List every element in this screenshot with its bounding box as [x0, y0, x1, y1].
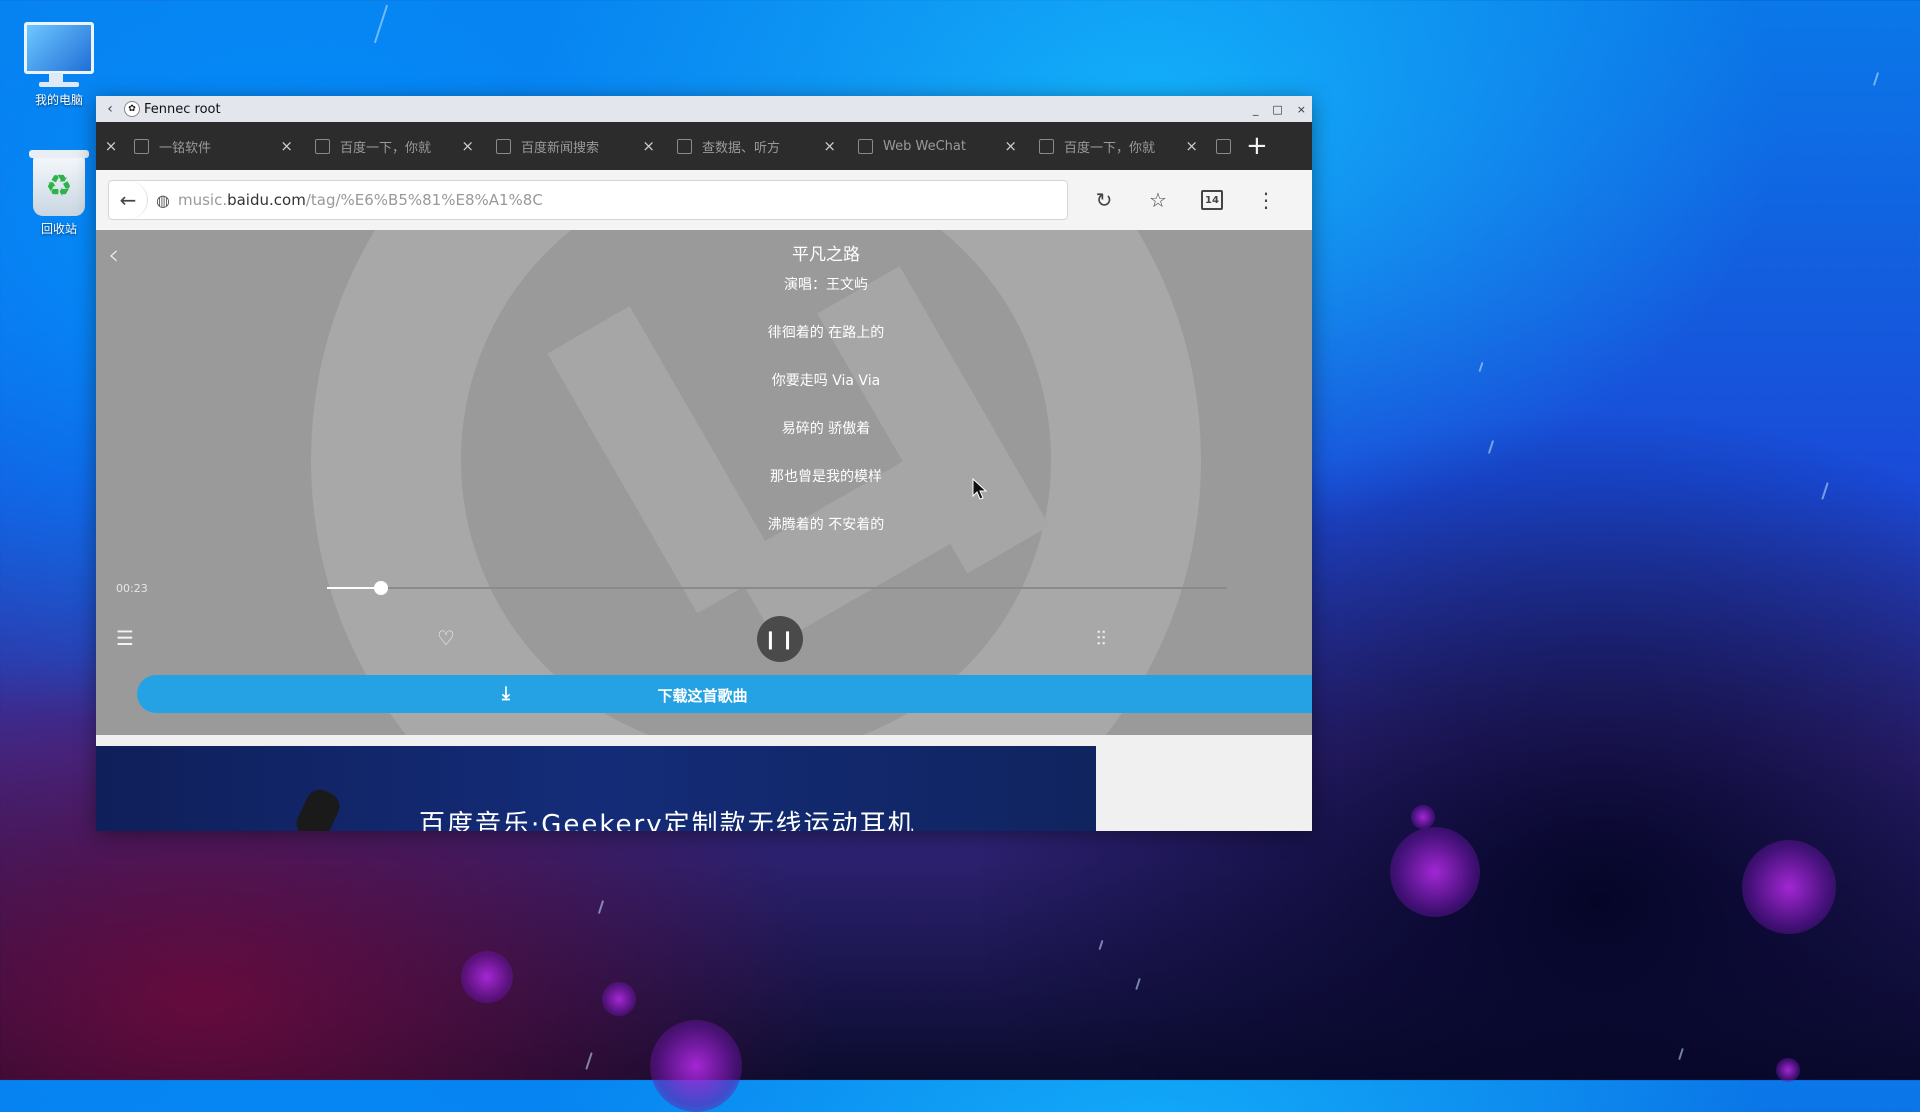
- tab[interactable]: 百度新闻搜索 ×: [484, 122, 665, 170]
- rain-streak: [1872, 72, 1880, 86]
- tab-favicon-icon: [496, 138, 511, 154]
- window-controls: _ □ ×: [1253, 96, 1306, 122]
- browser-window: ‹ ✿ Fennec root _ □ × × 一铭软件 × 百度一下，你就 ×…: [96, 96, 1312, 831]
- rain-streak: [1135, 977, 1141, 991]
- url-path: /tag/%E6%B5%81%E8%A1%8C: [305, 191, 543, 209]
- song-title: 平凡之路: [792, 245, 860, 265]
- pause-button[interactable]: ❙❙: [757, 616, 803, 662]
- tab-close-icon[interactable]: ×: [1004, 137, 1017, 155]
- glow-orb: [650, 1020, 742, 1112]
- page-content: ‹ 平凡之路 演唱：王文屿 徘徊着的 在路上的 你要走吗 Via Via 易碎的…: [96, 230, 1312, 831]
- download-label: 下载这首歌曲: [657, 687, 748, 705]
- close-button[interactable]: ×: [1297, 103, 1306, 116]
- tab-count: 14: [1201, 190, 1223, 210]
- tab-title: Web WeChat: [883, 138, 966, 154]
- tab-close-icon[interactable]: ×: [1185, 137, 1198, 155]
- lyric-line: 沸腾着的 不安着的: [767, 517, 885, 533]
- glow-orb: [1776, 1058, 1800, 1082]
- pause-icon: ❙❙: [762, 628, 798, 650]
- favorite-heart-icon[interactable]: ♡: [437, 626, 455, 650]
- progress-knob[interactable]: [374, 581, 388, 595]
- tab-favicon-icon: [1039, 138, 1054, 154]
- desktop-icon-label: 回收站: [40, 222, 77, 236]
- tab-title: 一铭软件: [159, 140, 212, 156]
- tab[interactable]: 一铭软件 ×: [122, 122, 303, 170]
- playlist-icon[interactable]: ☰: [116, 626, 134, 650]
- download-song-button[interactable]: ⤓ 下载这首歌曲: [137, 675, 1312, 713]
- back-arrow-icon[interactable]: ←: [109, 181, 148, 219]
- navigation-toolbar: ← ◍ music.baidu.com/tag/%E6%B5%81%E8%A1%…: [96, 170, 1312, 231]
- mouse-cursor-icon: [972, 478, 988, 500]
- reload-icon[interactable]: ↻: [1080, 188, 1128, 212]
- tab[interactable]: Web WeChat ×: [846, 122, 1027, 170]
- desktop-icon-recycle-bin[interactable]: ♻ 回收站: [14, 150, 104, 237]
- lyric-line: 易碎的 骄傲着: [781, 421, 871, 437]
- desktop-icon-my-computer[interactable]: 我的电脑: [14, 22, 104, 108]
- tab-title: 百度新闻搜索: [521, 140, 600, 156]
- url-bar[interactable]: ← ◍ music.baidu.com/tag/%E6%B5%81%E8%A1%…: [108, 180, 1068, 220]
- banner-text: 百度音乐·Geekery定制款无线运动耳机: [419, 810, 916, 831]
- tab-title: 百度一下，你就: [1064, 140, 1156, 156]
- tab-title: 百度一下，你就: [340, 140, 432, 156]
- promo-banner[interactable]: 百度音乐·Geekery定制款无线运动耳机: [96, 746, 1096, 831]
- tab-favicon-icon: [134, 138, 149, 154]
- titlebar-back-icon[interactable]: ‹: [100, 101, 120, 117]
- globe-icon: ◍: [156, 190, 170, 210]
- tab[interactable]: 百度一下，你就 ×: [1027, 122, 1208, 170]
- song-artist: 演唱：王文屿: [784, 277, 868, 293]
- tab-title: 查数据、听方: [702, 140, 781, 156]
- rain-streak: [585, 1052, 593, 1070]
- url-domain: baidu.com: [227, 191, 306, 209]
- maximize-button[interactable]: □: [1272, 103, 1282, 116]
- tab-favicon-icon: [315, 138, 330, 154]
- rain-streak: [1678, 1047, 1684, 1061]
- bookmark-star-icon[interactable]: ☆: [1134, 188, 1182, 212]
- equalizer-icon[interactable]: ⫶⫶: [1096, 626, 1106, 650]
- window-titlebar[interactable]: ‹ ✿ Fennec root _ □ ×: [96, 96, 1312, 122]
- lyric-line: 你要走吗 Via Via: [771, 373, 881, 389]
- music-player: ‹ 平凡之路 演唱：王文屿 徘徊着的 在路上的 你要走吗 Via Via 易碎的…: [96, 230, 1312, 735]
- glow-orb: [1390, 827, 1480, 917]
- computer-icon: [24, 22, 94, 83]
- glow-orb: [602, 982, 636, 1016]
- minimize-button[interactable]: _: [1253, 103, 1259, 116]
- glow-orb: [1742, 840, 1836, 934]
- rain-streak: [1821, 482, 1829, 500]
- fennec-app-icon: ✿: [124, 101, 140, 117]
- tab-close-icon[interactable]: ×: [100, 137, 122, 155]
- rain-streak: [373, 4, 389, 44]
- tab-favicon-icon: [677, 138, 692, 154]
- tab-strip: × 一铭软件 × 百度一下，你就 × 百度新闻搜索 × 查数据、听方 × Web…: [96, 122, 1312, 170]
- elapsed-time: 00:23: [116, 582, 148, 595]
- glow-orb: [1411, 805, 1435, 829]
- tab-favicon-icon: [1216, 138, 1231, 154]
- rain-streak: [1098, 939, 1104, 951]
- rain-streak: [1487, 440, 1495, 454]
- new-tab-button[interactable]: +: [1246, 133, 1268, 159]
- tab[interactable]: 查数据、听方 ×: [665, 122, 846, 170]
- lyric-line: 那也曾是我的模样: [770, 469, 882, 485]
- rain-streak: [1478, 361, 1484, 373]
- tabs-button[interactable]: 14: [1188, 190, 1236, 210]
- glow-orb: [461, 951, 513, 1003]
- url-text[interactable]: music.baidu.com/tag/%E6%B5%81%E8%A1%8C: [178, 191, 543, 209]
- tab-overflow[interactable]: [1208, 122, 1238, 170]
- menu-more-icon[interactable]: ⋮: [1242, 188, 1290, 212]
- rain-streak: [597, 900, 605, 914]
- progress-slider[interactable]: [327, 581, 1227, 595]
- progress-fill: [327, 587, 381, 589]
- desktop-icon-label: 我的电脑: [34, 93, 83, 107]
- tab[interactable]: 百度一下，你就 ×: [303, 122, 484, 170]
- url-prefix: music.: [177, 191, 228, 209]
- tab-favicon-icon: [858, 138, 873, 154]
- lyric-line: 徘徊着的 在路上的: [767, 325, 885, 341]
- tab-close-icon[interactable]: ×: [823, 137, 836, 155]
- earbud-image: [292, 785, 344, 831]
- tab-close-icon[interactable]: ×: [280, 137, 293, 155]
- window-title: Fennec root: [144, 101, 221, 117]
- tab-close-icon[interactable]: ×: [461, 137, 474, 155]
- recycle-bin-icon: ♻: [29, 150, 89, 216]
- tab-close-icon[interactable]: ×: [642, 137, 655, 155]
